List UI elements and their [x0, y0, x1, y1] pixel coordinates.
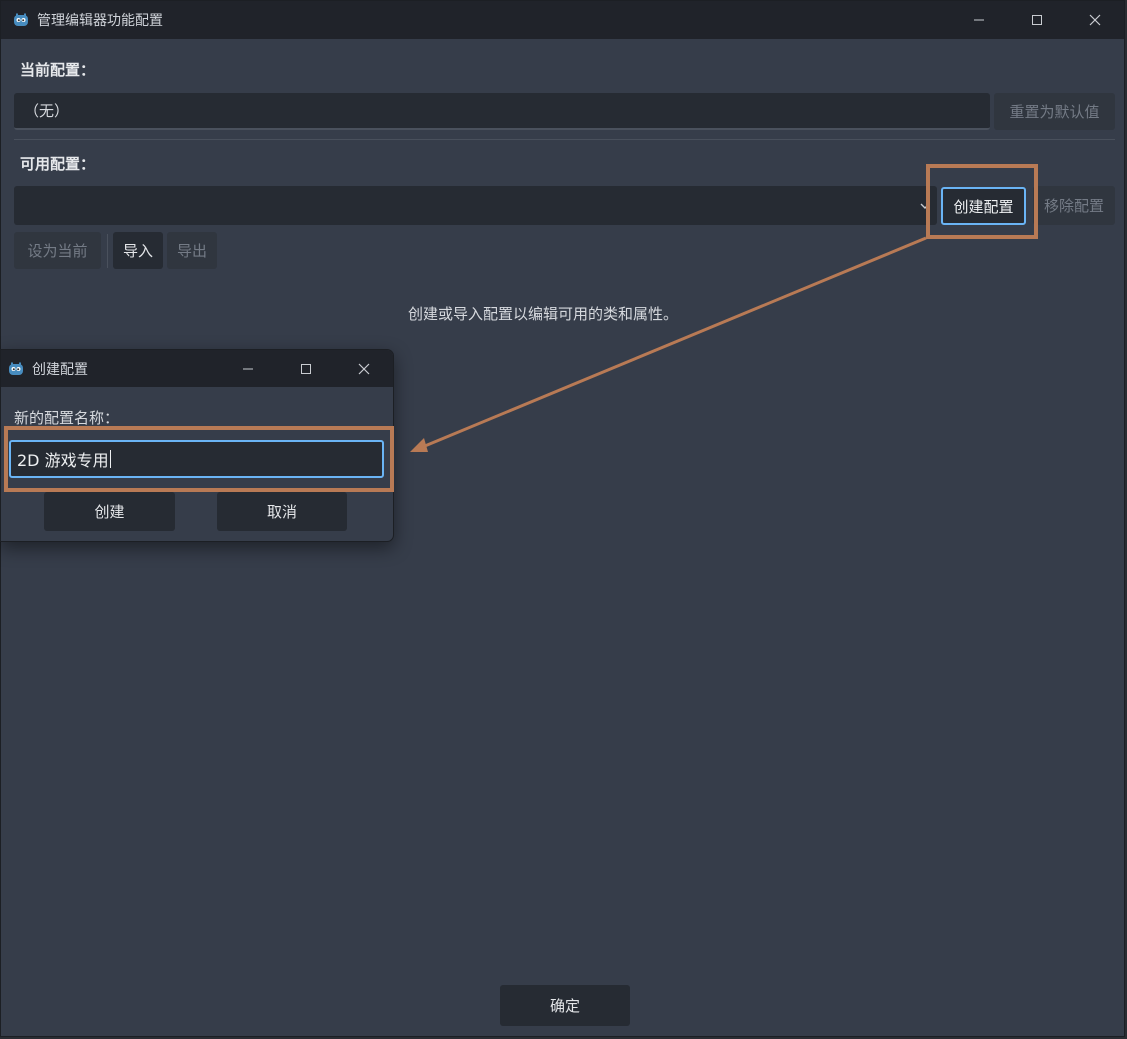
dialog-close-button[interactable] — [335, 350, 393, 387]
dialog-minimize-button[interactable] — [219, 350, 277, 387]
godot-icon — [8, 361, 24, 377]
dialog-maximize-button[interactable] — [277, 350, 335, 387]
maximize-icon — [301, 363, 311, 374]
close-icon — [358, 363, 370, 374]
dialog-cancel-button[interactable]: 取消 — [217, 492, 347, 531]
dialog-title: 创建配置 — [32, 361, 88, 378]
dialog-create-button[interactable]: 创建 — [44, 492, 175, 531]
minimize-icon — [243, 368, 253, 369]
dialog-titlebar: 创建配置 — [1, 350, 393, 387]
annotation-highlight-name-input — [4, 426, 394, 492]
new-profile-name-label: 新的配置名称： — [14, 409, 120, 427]
